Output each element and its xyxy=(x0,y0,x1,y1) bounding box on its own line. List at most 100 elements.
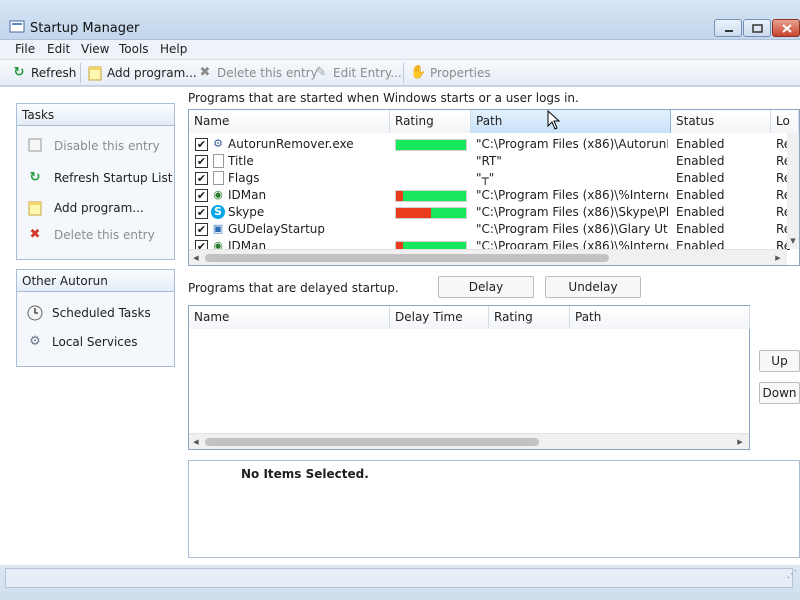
row-path: "C:\Program Files (x86)\Skype\Phon... xyxy=(476,205,668,219)
properties-label: Properties xyxy=(430,66,491,80)
scroll-down-arrow[interactable]: ▼ xyxy=(787,235,799,247)
details-panel: No Items Selected. xyxy=(188,460,800,558)
scroll-left-arrow[interactable]: ◀ xyxy=(191,436,201,448)
details-text: No Items Selected. xyxy=(241,467,369,481)
table-row[interactable]: ✔ Title "RT" Enabled Re xyxy=(191,153,790,170)
delay-button[interactable]: Delay xyxy=(438,276,534,298)
scroll-right-arrow[interactable]: ▶ xyxy=(735,436,745,448)
row-path: "RT" xyxy=(476,154,502,168)
add-icon xyxy=(27,200,43,216)
table-row[interactable]: ✔ ▣ GUDelayStartup "C:\Program Files (x86)\… xyxy=(191,221,790,238)
delete-icon: ✖ xyxy=(29,227,41,242)
row-status: Enabled xyxy=(676,137,725,151)
minimize-button[interactable] xyxy=(714,19,742,37)
file-icon xyxy=(213,171,224,185)
skype-icon: S xyxy=(211,205,225,219)
app-icon xyxy=(9,20,25,34)
column-name[interactable]: Name xyxy=(189,110,390,133)
tasks-panel-header: Tasks xyxy=(17,104,174,126)
properties-button[interactable]: ✋ Properties xyxy=(410,64,491,82)
row-name: AutorunRemover.exe xyxy=(228,137,354,151)
other-autorun-panel: Other Autorun Scheduled Tasks ⚙ Local Se… xyxy=(16,269,175,367)
startup-list-caption: Programs that are started when Windows s… xyxy=(188,91,579,105)
scheduled-tasks-link[interactable]: Scheduled Tasks xyxy=(27,305,151,321)
checkbox-icon xyxy=(27,138,43,154)
refresh-button[interactable]: ↻ Refresh xyxy=(11,64,77,82)
scheduled-tasks-label: Scheduled Tasks xyxy=(52,306,151,320)
row-checkbox[interactable]: ✔ xyxy=(195,223,208,236)
idm-icon: ◉ xyxy=(213,188,223,201)
delayed-list-caption: Programs that are delayed startup. xyxy=(188,281,399,295)
row-checkbox[interactable]: ✔ xyxy=(195,206,208,219)
scroll-thumb[interactable] xyxy=(205,254,609,262)
menu-tools[interactable]: Tools xyxy=(119,42,149,56)
resize-grip-icon[interactable]: ⋰ xyxy=(787,569,797,587)
row-path: "C:\Program Files (x86)\AutorunRem... xyxy=(476,137,668,151)
other-autorun-header: Other Autorun xyxy=(17,270,174,292)
row-checkbox[interactable]: ✔ xyxy=(195,189,208,202)
edit-entry-button[interactable]: ✎ Edit Entry... xyxy=(313,64,402,82)
row-status: Enabled xyxy=(676,171,725,185)
clock-icon xyxy=(27,305,43,321)
local-services-label: Local Services xyxy=(52,335,138,349)
scroll-thumb[interactable] xyxy=(205,438,539,446)
column-status[interactable]: Status xyxy=(671,110,771,133)
delayed-column-delay-time[interactable]: Delay Time xyxy=(390,306,489,329)
add-program-button[interactable]: Add program... xyxy=(87,64,197,82)
delayed-horizontal-scrollbar[interactable]: ◀ ▶ xyxy=(189,433,749,449)
row-status: Enabled xyxy=(676,205,725,219)
row-name: Skype xyxy=(228,205,265,219)
rating-bar xyxy=(395,139,467,151)
task-add-program[interactable]: Add program... xyxy=(27,200,144,216)
toolbar-separator xyxy=(80,63,81,83)
table-row[interactable]: ✔ ⚙ AutorunRemover.exe "C:\Program Files (x… xyxy=(191,136,790,153)
status-panel xyxy=(5,568,793,588)
row-status: Enabled xyxy=(676,188,725,202)
local-services-link[interactable]: ⚙ Local Services xyxy=(27,334,138,350)
column-location[interactable]: Lo xyxy=(771,110,799,133)
task-refresh-list[interactable]: ↻ Refresh Startup List xyxy=(27,170,173,186)
delete-entry-label: Delete this entry xyxy=(217,66,318,80)
row-path: "┬" xyxy=(476,171,495,185)
vertical-scrollbar[interactable]: ▼ xyxy=(787,133,799,249)
delayed-list[interactable]: Name Delay Time Rating Path ◀ ▶ xyxy=(188,305,750,450)
rating-bar-bad xyxy=(396,191,403,201)
refresh-icon: ↻ xyxy=(13,65,25,80)
task-disable-entry-label: Disable this entry xyxy=(54,139,160,153)
scroll-left-arrow[interactable]: ◀ xyxy=(191,252,201,264)
delete-entry-button[interactable]: ✖ Delete this entry xyxy=(197,64,318,82)
undelay-button[interactable]: Undelay xyxy=(545,276,641,298)
delayed-column-rating[interactable]: Rating xyxy=(489,306,570,329)
app-icon: ▣ xyxy=(212,222,224,235)
menu-edit[interactable]: Edit xyxy=(47,42,70,56)
task-delete-entry[interactable]: ✖ Delete this entry xyxy=(27,227,155,243)
delayed-column-path[interactable]: Path xyxy=(570,306,750,329)
row-checkbox[interactable]: ✔ xyxy=(195,138,208,151)
delayed-column-name[interactable]: Name xyxy=(189,306,390,329)
rating-bar-bad xyxy=(396,208,431,218)
close-button[interactable] xyxy=(772,19,800,37)
maximize-button[interactable] xyxy=(743,19,771,37)
add-icon xyxy=(87,65,103,81)
task-refresh-list-label: Refresh Startup List xyxy=(54,171,173,185)
menu-help[interactable]: Help xyxy=(160,42,187,56)
row-checkbox[interactable]: ✔ xyxy=(195,155,208,168)
task-disable-entry[interactable]: Disable this entry xyxy=(27,138,160,154)
menu-view[interactable]: View xyxy=(81,42,109,56)
horizontal-scrollbar[interactable]: ◀ ▶ xyxy=(189,249,787,265)
row-status: Enabled xyxy=(676,222,725,236)
row-checkbox[interactable]: ✔ xyxy=(195,172,208,185)
delete-icon: ✖ xyxy=(199,65,211,80)
startup-list[interactable]: Name Rating Path Status Lo ✔ ⚙ AutorunRemo… xyxy=(188,109,800,266)
column-path[interactable]: Path xyxy=(471,110,671,133)
table-row[interactable]: ✔SSkype "C:\Program Files (x86)\Skype\Pho… xyxy=(191,204,790,221)
column-rating[interactable]: Rating xyxy=(390,110,471,133)
table-row[interactable]: ✔ ◉ IDMan "C:\Program Files (x86)\%Internet… xyxy=(191,187,790,204)
down-button[interactable]: Down xyxy=(759,382,800,404)
table-row[interactable]: ✔ Flags "┬" Enabled Re xyxy=(191,170,790,187)
refresh-icon: ↻ xyxy=(29,170,41,185)
menu-file[interactable]: File xyxy=(15,42,35,56)
gears-icon: ⚙ xyxy=(29,334,41,349)
scroll-right-arrow[interactable]: ▶ xyxy=(773,252,783,264)
up-button[interactable]: Up xyxy=(759,350,800,372)
